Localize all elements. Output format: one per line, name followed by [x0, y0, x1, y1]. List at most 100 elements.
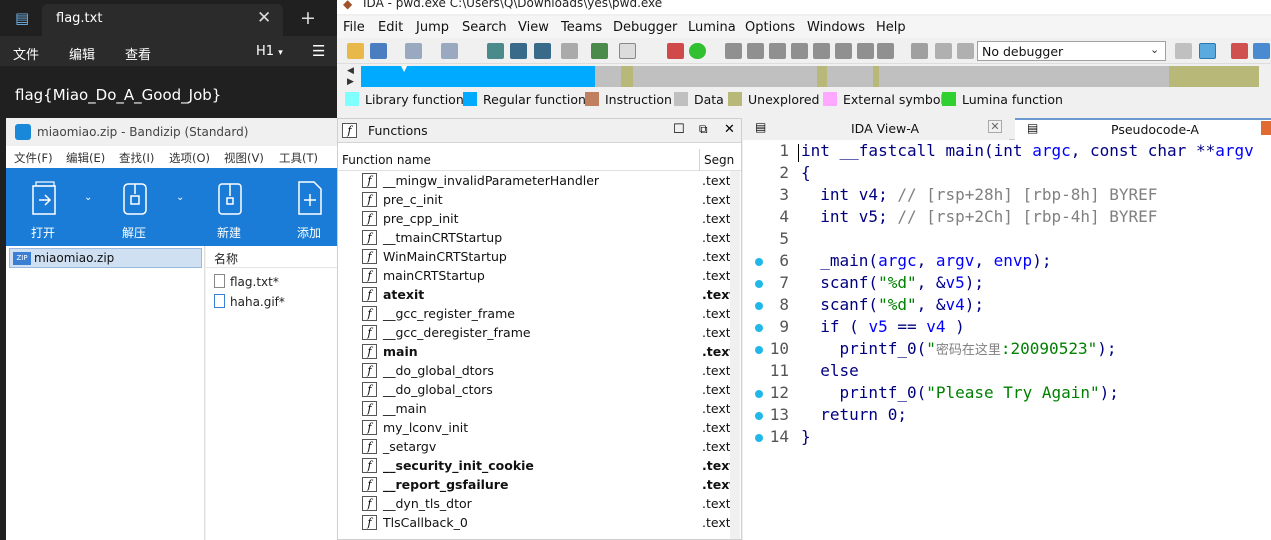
comment-icon[interactable] — [747, 43, 764, 59]
heading-select[interactable]: H1 ▾ — [256, 44, 283, 59]
close-icon[interactable]: ✕ — [724, 122, 735, 137]
breakpoint-dot-icon[interactable] — [755, 324, 763, 332]
function-row[interactable]: f pre_cpp_init .text — [338, 209, 741, 228]
pause-icon[interactable] — [935, 43, 952, 59]
menu-file[interactable]: File — [343, 20, 365, 35]
close-tab-icon[interactable]: ✕ — [988, 120, 1002, 133]
menu-view[interactable]: View — [518, 20, 549, 35]
undefine-icon[interactable] — [791, 43, 808, 59]
menu-options[interactable]: 选项(O) — [169, 150, 210, 166]
float-icon[interactable]: ⧉ — [699, 122, 708, 137]
function-row[interactable]: f __do_global_dtors .text — [338, 361, 741, 380]
breakpoint-dot-icon[interactable] — [755, 434, 763, 442]
function-row[interactable]: f __main .text — [338, 399, 741, 418]
back-arrow-icon[interactable] — [405, 43, 422, 59]
menu-edit[interactable]: Edit — [378, 20, 403, 35]
open-dropdown-icon[interactable]: ⌄ — [84, 192, 92, 203]
menu-find[interactable]: 查找(I) — [119, 150, 154, 166]
function-row[interactable]: f __do_global_ctors .text — [338, 380, 741, 399]
list-item[interactable]: flag.txt* — [214, 274, 279, 292]
tab-pseudocode-a[interactable]: ▤ Pseudocode-A — [1015, 118, 1271, 140]
extract-dropdown-icon[interactable]: ⌄ — [176, 192, 184, 203]
step-icon[interactable] — [591, 43, 608, 59]
diamond-icon[interactable] — [877, 43, 894, 59]
navigation-bar[interactable]: ▼ — [361, 65, 1259, 87]
breakpoint-dot-icon[interactable] — [755, 346, 763, 354]
menu-view[interactable]: 视图(V) — [224, 150, 264, 166]
menu-windows[interactable]: Windows — [807, 20, 865, 35]
diagram-icon[interactable] — [835, 43, 852, 59]
new-archive-button[interactable]: 新建 — [199, 168, 259, 246]
rename-icon[interactable] — [769, 43, 786, 59]
function-row[interactable]: f pre_c_init .text — [338, 190, 741, 209]
menu-teams[interactable]: Teams — [561, 20, 602, 35]
hex-view-icon[interactable] — [510, 43, 527, 59]
list-item[interactable]: haha.gif* — [214, 294, 285, 312]
menu-file[interactable]: 文件 — [13, 44, 39, 63]
function-row[interactable]: f my_lconv_init .text — [338, 418, 741, 437]
forward-arrow-icon[interactable] — [441, 43, 458, 59]
attach-icon[interactable] — [1175, 43, 1192, 59]
function-row[interactable]: f __security_init_cookie .text — [338, 456, 741, 475]
new-tab-icon[interactable]: + — [300, 7, 316, 29]
desktop-icon[interactable] — [1253, 43, 1270, 59]
menu-view[interactable]: 查看 — [125, 44, 151, 63]
lumina-icon[interactable] — [689, 43, 706, 59]
menu-file[interactable]: 文件(F) — [14, 150, 53, 166]
menu-help[interactable]: Help — [876, 20, 906, 35]
breakpoint-dot-icon[interactable] — [755, 302, 763, 310]
code-line[interactable]: if ( v5 == v4 ) — [801, 317, 965, 336]
tab-ida-view-a[interactable]: ▤ IDA View-A ✕ — [743, 118, 1009, 140]
function-row[interactable]: f __dyn_tls_dtor .text — [338, 494, 741, 513]
close-tab-icon[interactable] — [1261, 121, 1271, 135]
function-row[interactable]: f __tmainCRTStartup .text — [338, 228, 741, 247]
graph-icon[interactable] — [487, 43, 504, 59]
debugger-select[interactable]: No debugger ⌄ — [977, 41, 1166, 61]
list-icon[interactable]: ☰ — [312, 42, 325, 60]
code-line[interactable]: else — [801, 361, 859, 380]
stop-icon[interactable] — [857, 43, 874, 59]
column-divider[interactable] — [699, 149, 700, 171]
patch-icon[interactable] — [725, 43, 742, 59]
functions-scrollbar[interactable] — [730, 171, 740, 539]
code-line[interactable]: int __fastcall main(int argc, const char… — [801, 141, 1254, 160]
breakpoint-dot-icon[interactable] — [755, 412, 763, 420]
function-row[interactable]: f _setargv .text — [338, 437, 741, 456]
breakpoint-dot-icon[interactable] — [755, 258, 763, 266]
function-row[interactable]: f __report_gsfailure .text — [338, 475, 741, 494]
column-function-name[interactable]: Function name — [342, 153, 431, 167]
detach-icon[interactable] — [1199, 43, 1216, 59]
menu-search[interactable]: Search — [462, 20, 507, 35]
text-icon[interactable] — [619, 43, 636, 59]
menu-options[interactable]: Options — [745, 20, 795, 35]
code-line[interactable]: return 0; — [801, 405, 907, 424]
play-icon[interactable] — [911, 43, 928, 59]
menu-jump[interactable]: Jump — [416, 20, 449, 35]
code-line[interactable]: int v5; // [rsp+2Ch] [rbp-4h] BYREF — [801, 207, 1157, 226]
menu-debugger[interactable]: Debugger — [613, 20, 677, 35]
layout-icon[interactable] — [1231, 43, 1248, 59]
maximize-icon[interactable]: ☐ — [673, 122, 685, 137]
code-line[interactable]: } — [801, 427, 811, 446]
function-row[interactable]: f __gcc_deregister_frame .text — [338, 323, 741, 342]
close-tab-icon[interactable]: ✕ — [257, 8, 271, 28]
function-row[interactable]: f mainCRTStartup .text — [338, 266, 741, 285]
save-icon[interactable] — [370, 43, 387, 59]
function-row[interactable]: f TlsCallback_0 .text — [338, 513, 741, 532]
menu-edit[interactable]: 编辑 — [69, 44, 95, 63]
open-folder-icon[interactable] — [347, 43, 364, 59]
breakpoint-dot-icon[interactable] — [755, 280, 763, 288]
navigation-band[interactable]: ◀ ▶ ▼ — [343, 65, 1265, 88]
code-line[interactable]: int v4; // [rsp+28h] [rbp-8h] BYREF — [801, 185, 1157, 204]
code-line[interactable]: { — [801, 163, 811, 182]
tree-item-archive[interactable]: ZIP miaomiao.zip — [9, 248, 202, 268]
function-row[interactable]: f __gcc_register_frame .text — [338, 304, 741, 323]
function-row[interactable]: f atexit .text — [338, 285, 741, 304]
code-line[interactable]: printf_0("密码在这里:20090523"); — [801, 339, 1117, 358]
code-line[interactable]: scanf("%d", &v4); — [801, 295, 984, 314]
menu-lumina[interactable]: Lumina — [688, 20, 736, 35]
function-row[interactable]: f __mingw_invalidParameterHandler .text — [338, 171, 741, 190]
open-button[interactable]: 打开 — [13, 168, 73, 246]
column-header-name[interactable]: 名称 — [206, 246, 337, 268]
add-button[interactable]: 添加 — [279, 168, 339, 246]
